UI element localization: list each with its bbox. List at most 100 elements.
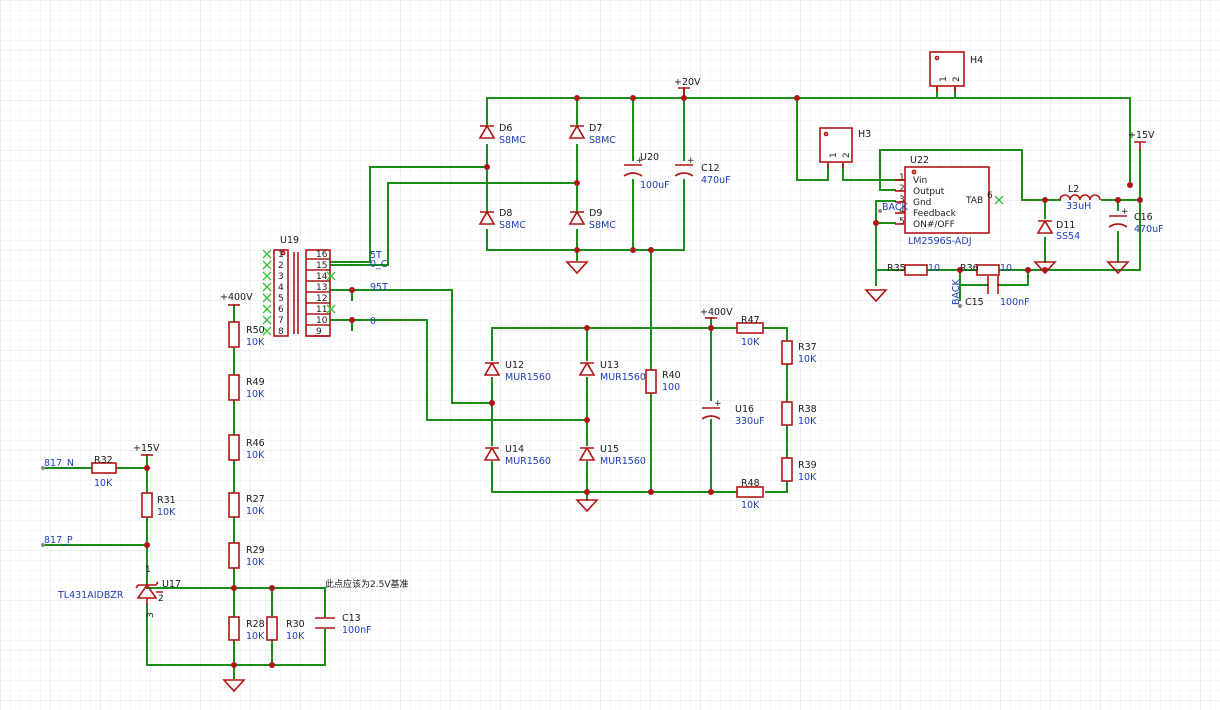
- resistor-r46: R46 10K: [228, 434, 265, 461]
- svg-text:10K: 10K: [94, 478, 113, 489]
- svg-text:S8MC: S8MC: [499, 220, 526, 231]
- svg-text:10: 10: [928, 263, 940, 274]
- resistor-r29: R29 10K: [228, 542, 265, 569]
- svg-text:10K: 10K: [157, 507, 176, 518]
- regulator-pin-number: 1: [899, 173, 905, 183]
- svg-text:S8MC: S8MC: [589, 220, 616, 231]
- grid-major: [0, 0, 1220, 710]
- svg-text:+15V: +15V: [1128, 130, 1155, 141]
- svg-text:3: 3: [146, 612, 156, 618]
- svg-text:LM2596S-ADJ: LM2596S-ADJ: [908, 236, 972, 247]
- svg-text:817_N: 817_N: [44, 458, 74, 469]
- resistor-r39: R39 10K: [781, 457, 817, 483]
- svg-text:1: 1: [829, 152, 839, 158]
- regulator-pin-label: Feedback: [913, 209, 957, 219]
- svg-text:+: +: [714, 399, 722, 409]
- regulator-pin-label: Gnd: [913, 198, 931, 208]
- svg-text:S8MC: S8MC: [589, 135, 616, 146]
- svg-text:R40: R40: [662, 370, 681, 381]
- power-400v-top: +400V: [700, 307, 733, 319]
- svg-text:10K: 10K: [246, 450, 265, 461]
- svg-text:817_P: 817_P: [44, 535, 73, 546]
- svg-text:BACK: BACK: [951, 279, 962, 305]
- resistor-r28: R28 10K: [228, 616, 265, 642]
- svg-text:1: 1: [939, 76, 949, 82]
- svg-text:U19: U19: [280, 235, 299, 246]
- svg-text:L2: L2: [1068, 184, 1079, 195]
- svg-text:1: 1: [145, 565, 151, 575]
- transformer-pin-left: 5: [278, 294, 284, 304]
- svg-text:BACK: BACK: [882, 202, 908, 213]
- svg-text:R47: R47: [741, 315, 760, 326]
- svg-text:2: 2: [952, 76, 962, 82]
- svg-text:D9: D9: [589, 208, 602, 219]
- svg-text:470uF: 470uF: [1134, 224, 1164, 235]
- svg-text:R37: R37: [798, 342, 817, 353]
- svg-text:95T: 95T: [370, 282, 388, 293]
- svg-text:U16: U16: [735, 404, 754, 415]
- svg-text:10K: 10K: [246, 557, 265, 568]
- svg-text:R32: R32: [94, 455, 113, 466]
- svg-text:330uF: 330uF: [735, 416, 765, 427]
- svg-text:C13: C13: [342, 613, 361, 624]
- svg-text:U22: U22: [910, 155, 929, 166]
- svg-text:U14: U14: [505, 444, 524, 455]
- svg-text:+: +: [1121, 207, 1129, 217]
- svg-text:+400V: +400V: [700, 307, 733, 318]
- svg-text:10K: 10K: [286, 631, 305, 642]
- svg-text:C16: C16: [1134, 212, 1153, 223]
- svg-text:R35: R35: [887, 263, 906, 274]
- svg-text:R36: R36: [960, 263, 979, 274]
- regulator-pin-number: 2: [899, 184, 905, 194]
- svg-text:D11: D11: [1056, 220, 1075, 231]
- svg-text:33uH: 33uH: [1066, 201, 1091, 212]
- svg-text:10K: 10K: [798, 416, 817, 427]
- svg-text:D6: D6: [499, 123, 512, 134]
- schematic-canvas: +20V +15V +400V +400V +15V 1 2 H4 1 2 H3…: [0, 0, 1220, 710]
- resistor-r30: R30 10K: [266, 616, 305, 642]
- svg-text:0: 0: [370, 316, 376, 327]
- svg-text:R50: R50: [246, 325, 265, 336]
- svg-text:100uF: 100uF: [640, 180, 670, 191]
- svg-text:R48: R48: [741, 478, 760, 489]
- resistor-r47: R47 10K: [736, 315, 764, 348]
- reference-annotation: 此点应该为2.5V基准: [325, 578, 408, 590]
- svg-text:6: 6: [987, 191, 993, 201]
- svg-text:R38: R38: [798, 404, 817, 415]
- net-back-1: BACK: [878, 202, 908, 213]
- svg-text:R29: R29: [246, 545, 265, 556]
- svg-text:U20: U20: [640, 152, 659, 163]
- net-back-2: BACK: [951, 279, 962, 308]
- svg-text:470uF: 470uF: [701, 175, 731, 186]
- resistor-r48: R48 10K: [736, 478, 764, 511]
- svg-text:SS54: SS54: [1056, 231, 1080, 242]
- transformer-pin-left: 1: [278, 250, 284, 260]
- svg-text:R49: R49: [246, 377, 265, 388]
- svg-text:U15: U15: [600, 444, 619, 455]
- svg-text:U13: U13: [600, 360, 619, 371]
- svg-text:S8MC: S8MC: [499, 135, 526, 146]
- svg-text:+: +: [687, 156, 695, 166]
- svg-text:R31: R31: [157, 495, 176, 506]
- svg-text:+400V: +400V: [220, 292, 253, 303]
- net-817-p: 817_P: [41, 535, 73, 547]
- resistor-r49: R49 10K: [228, 374, 265, 401]
- svg-text:C15: C15: [965, 297, 984, 308]
- svg-text:U17: U17: [162, 579, 181, 590]
- svg-text:MUR1560: MUR1560: [505, 372, 551, 383]
- svg-text:10K: 10K: [741, 337, 760, 348]
- svg-text:H4: H4: [970, 55, 983, 66]
- svg-text:MUR1560: MUR1560: [600, 372, 646, 383]
- svg-text:+20V: +20V: [674, 77, 701, 88]
- svg-text:2: 2: [842, 152, 852, 158]
- resistor-r36: R36 10: [960, 263, 1012, 276]
- svg-text:100nF: 100nF: [342, 625, 372, 636]
- transformer-pin-left: 6: [278, 305, 284, 315]
- svg-text:10K: 10K: [246, 506, 265, 517]
- regulator-pin-label: ON#/OFF: [913, 220, 955, 230]
- svg-text:TL431AIDBZR: TL431AIDBZR: [57, 590, 124, 601]
- resistor-r31: R31 10K: [141, 492, 176, 518]
- transformer-pin-left: 2: [278, 261, 284, 271]
- svg-text:D7: D7: [589, 123, 602, 134]
- svg-text:C12: C12: [701, 163, 720, 174]
